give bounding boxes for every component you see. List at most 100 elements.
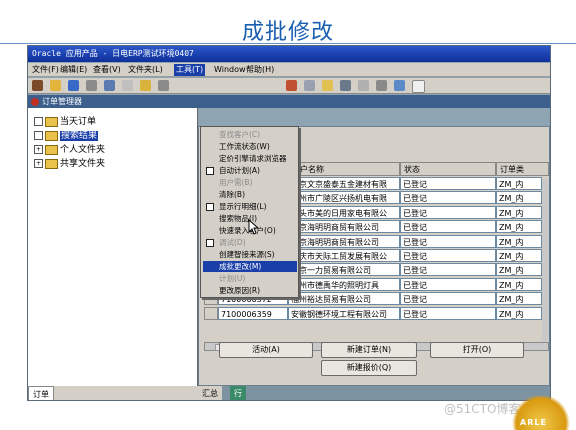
app-icon[interactable] <box>32 80 43 91</box>
record-icon <box>31 97 39 106</box>
customer-name-cell[interactable]: 安徽钢德环境工程有限公司 <box>288 306 400 320</box>
activity-button[interactable]: 活动(A) <box>219 342 313 358</box>
menu-item-label: 清除(B) <box>219 190 245 199</box>
menu-window[interactable]: Window <box>212 64 248 76</box>
tree-expander[interactable] <box>34 131 43 140</box>
find-icon[interactable] <box>104 80 115 91</box>
customer-name-cell[interactable]: 北京文京盛泰五金建材有限 <box>288 177 400 190</box>
status-cell[interactable]: 已登记 <box>400 263 496 277</box>
status-cell[interactable]: 已登记 <box>400 306 496 320</box>
tools-menu-item[interactable]: 成批更改(M) <box>203 261 297 272</box>
open-folder-icon[interactable] <box>50 80 61 91</box>
tools-menu-item: 用户需(B) <box>203 177 297 188</box>
open-button[interactable]: 打开(O) <box>430 342 524 358</box>
customer-name-cell[interactable]: 南京一力贸易有限公司 <box>288 263 400 277</box>
menu-item-label: 定价引擎请求浏览器 <box>219 154 287 163</box>
edit-icon[interactable] <box>286 80 297 91</box>
order-type-cell[interactable]: ZM_内 <box>496 263 542 277</box>
status-cell[interactable]: 已登记 <box>400 205 496 219</box>
order-type-cell[interactable]: ZM_内 <box>496 277 542 291</box>
status-cell[interactable]: 已登记 <box>400 220 496 234</box>
print-icon[interactable] <box>86 80 97 91</box>
status-cell[interactable]: 已登记 <box>400 234 496 248</box>
customer-name-cell[interactable]: 广州市德禹华的照明灯具 <box>288 277 400 291</box>
menu-folder[interactable]: 文件夹(L) <box>126 64 165 76</box>
tools-menu-item[interactable]: 更改原因(R) <box>203 285 297 296</box>
title-divider <box>0 43 576 44</box>
save-icon[interactable] <box>68 80 79 91</box>
tools-menu-item[interactable]: 清除(B) <box>203 189 297 200</box>
tree-expander[interactable]: + <box>34 159 43 168</box>
folder-tools-icon[interactable] <box>322 80 333 91</box>
customer-name-cell[interactable]: 安庆市天际工贸发展有限公 <box>288 249 400 262</box>
window-icon[interactable] <box>394 80 405 91</box>
vertical-scrollbar[interactable] <box>542 179 549 342</box>
tools-menu-item[interactable]: 创建智接来源(S) <box>203 249 297 260</box>
column-header-customer[interactable]: 客户名称 <box>288 162 400 176</box>
customer-name-cell[interactable]: 福州裕达贸易有限公司 <box>288 292 400 306</box>
tree-item-today-orders[interactable]: 当天订单 <box>34 116 96 129</box>
translation-icon[interactable] <box>158 80 169 91</box>
menu-item-label: 用户需(B) <box>219 178 253 187</box>
tree-item-search-results[interactable]: 搜索结果 <box>34 130 99 143</box>
tree-item-personal-folder[interactable]: + 个人文件夹 <box>34 144 105 157</box>
tab-summary[interactable]: 汇总 <box>198 386 222 400</box>
column-header-order-type[interactable]: 订单类 <box>496 162 549 176</box>
checkbox-icon[interactable] <box>206 167 214 175</box>
customer-name-cell[interactable]: 扬州市广陵区兴扬机电有限 <box>288 191 400 205</box>
checkbox-icon[interactable] <box>206 239 214 247</box>
order-type-cell[interactable]: ZM_内 <box>496 220 542 234</box>
menu-tools[interactable]: 工具(T) <box>174 64 206 76</box>
menu-help[interactable]: 帮助(H) <box>244 64 276 76</box>
new-order-button[interactable]: 新建订单(N) <box>321 342 417 358</box>
tree-expander[interactable]: + <box>34 145 43 154</box>
order-type-cell[interactable]: ZM_内 <box>496 292 542 306</box>
status-cell[interactable]: 已登记 <box>400 177 496 190</box>
tools-menu-item[interactable]: 自动计划(A) <box>203 165 297 176</box>
menu-view[interactable]: 查看(V) <box>91 64 123 76</box>
menu-item-label: 自动计划(A) <box>219 166 260 175</box>
order-number-cell[interactable]: 7100006359 <box>218 306 288 320</box>
order-type-cell[interactable]: ZM_内 <box>496 249 542 262</box>
help-icon[interactable] <box>412 80 425 93</box>
navigator-tree-pane: 当天订单 搜索结果 + 个人文件夹 + 共享文件夹 <box>28 108 198 388</box>
tools-menu-item: 计划(U) <box>203 273 297 284</box>
new-quote-button[interactable]: 新建报价(Q) <box>321 360 417 376</box>
customer-name-cell[interactable]: 汕头市美的日用家电有限公 <box>288 205 400 219</box>
menu-item-label: 创建智接来源(S) <box>219 250 275 259</box>
order-type-cell[interactable]: ZM_内 <box>496 306 542 320</box>
tab-orders[interactable]: 订单 <box>28 386 54 400</box>
column-header-status[interactable]: 状态 <box>400 162 496 176</box>
window-title: Oracle 应用产品 - 日电ERP测试环境0407 <box>32 49 194 58</box>
status-cell[interactable]: 已登记 <box>400 277 496 291</box>
tools-menu-item: 调试(D) <box>203 237 297 248</box>
menu-item-label: 调试(D) <box>219 238 246 247</box>
order-type-cell[interactable]: ZM_内 <box>496 234 542 248</box>
menu-item-label: 更改原因(R) <box>219 286 261 295</box>
tree-item-shared-folder[interactable]: + 共享文件夹 <box>34 158 105 171</box>
menu-file[interactable]: 文件(F) <box>30 64 61 76</box>
order-type-cell[interactable]: ZM_内 <box>496 191 542 205</box>
status-cell[interactable]: 已登记 <box>400 292 496 306</box>
order-type-cell[interactable]: ZM_内 <box>496 177 542 190</box>
attachment-icon[interactable] <box>304 80 315 91</box>
order-type-cell[interactable]: ZM_内 <box>496 205 542 219</box>
tree-expander[interactable] <box>34 117 43 126</box>
logo-text: ARLE <box>520 418 547 427</box>
tools-menu-item[interactable]: 显示行明细(L) <box>203 201 297 212</box>
tools-menu-item[interactable]: 工作流状态(W) <box>203 141 297 152</box>
row-selector[interactable] <box>204 306 218 320</box>
customer-name-cell[interactable]: 北京海明玥商贸有限公司 <box>288 234 400 248</box>
tab-lines[interactable]: 行 <box>230 386 246 400</box>
customer-name-cell[interactable]: 北京海明玥商贸有限公司 <box>288 220 400 234</box>
menu-edit[interactable]: 编辑(E) <box>58 64 89 76</box>
status-cell[interactable]: 已登记 <box>400 249 496 262</box>
checkbox-icon[interactable] <box>206 203 214 211</box>
record-icon[interactable] <box>376 80 387 91</box>
zoom-icon[interactable] <box>140 80 151 91</box>
delete-icon[interactable] <box>358 80 369 91</box>
tools-menu-item[interactable]: 定价引擎请求浏览器 <box>203 153 297 164</box>
navigator-icon[interactable] <box>122 80 133 91</box>
clear-icon[interactable] <box>340 80 351 91</box>
status-cell[interactable]: 已登记 <box>400 191 496 205</box>
